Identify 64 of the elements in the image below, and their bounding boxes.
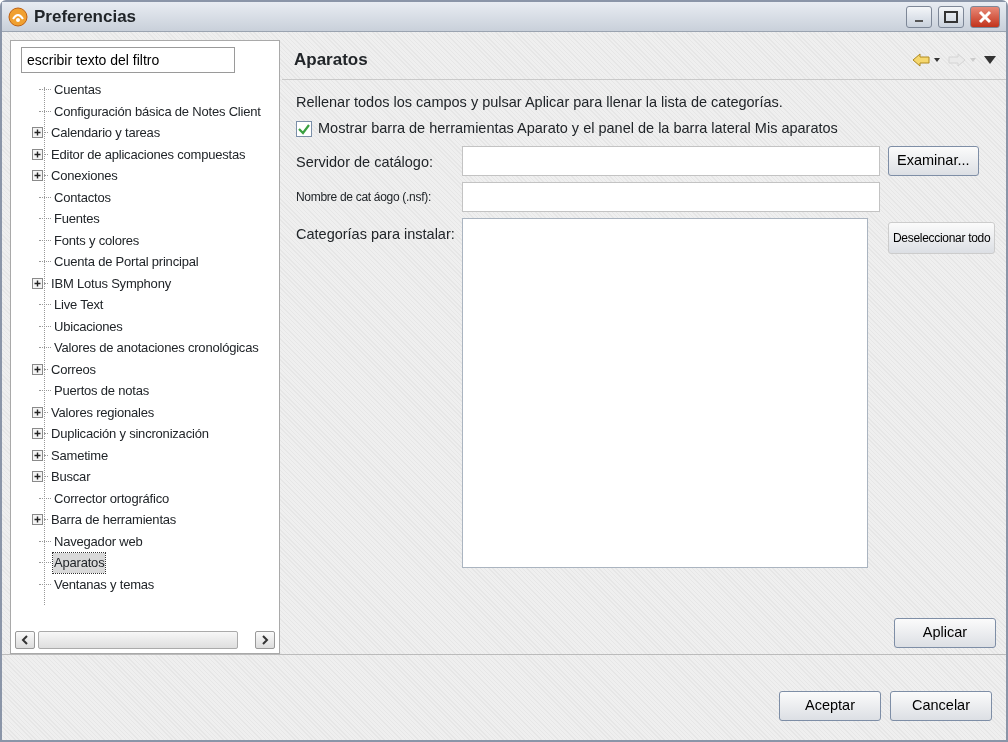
tree-item[interactable]: Buscar [50,467,92,487]
browse-button[interactable]: Examinar... [888,145,979,176]
maximize-button[interactable] [938,5,964,28]
field-label: Nombre de cat áogo (.nsf): [296,188,432,206]
tree-item[interactable]: Navegador web [53,531,144,551]
apply-button[interactable]: Aplicar [894,618,996,648]
text-field[interactable] [462,145,880,176]
tree-item[interactable]: Calendario y tareas [50,123,161,143]
expand-icon[interactable] [32,148,43,160]
field-label: Categorías para instalar: [296,224,454,244]
ok-button[interactable]: Aceptar [779,690,881,721]
deselect-all-button[interactable]: Deseleccionar todo [888,221,996,254]
minimize-button[interactable] [906,5,932,28]
description-text: Rellenar todos los campos y pulsar Aplicar para llenar la lista de categorías. [296,93,784,112]
expand-icon[interactable] [32,449,43,461]
tree-item[interactable]: Correos [50,359,97,379]
tree-item[interactable]: Aparatos [53,553,106,573]
tree-item[interactable]: Duplicación y sincronización [50,424,210,444]
expand-icon[interactable] [32,514,43,526]
scroll-right-button[interactable] [255,631,275,649]
tree-item[interactable]: Configuración básica de Notes Client [53,101,262,121]
filter-field[interactable]: escribir texto del filtro [21,47,235,73]
expand-icon[interactable] [32,170,43,182]
tree-item[interactable]: Puertos de notas [53,381,151,401]
tree-item[interactable]: Ventanas y temas [53,574,156,594]
field-label: Servidor de catálogo: [296,152,435,172]
expand-icon[interactable] [32,406,43,418]
text-field[interactable] [462,181,880,212]
tree-item[interactable]: Live Text [53,295,105,315]
chevron-right-icon [261,635,269,645]
expand-icon[interactable] [32,127,43,139]
tree-item[interactable]: Fuentes [53,209,101,229]
maximize-icon [944,10,958,23]
back-arrow-icon[interactable] [912,52,940,67]
chevron-left-icon [21,635,29,645]
close-button[interactable] [970,5,1000,28]
expand-icon[interactable] [32,277,43,289]
minimize-icon [915,19,923,22]
app-logo-icon [8,6,28,27]
tree-item[interactable]: Fonts y colores [53,230,141,250]
tree-item[interactable]: IBM Lotus Symphony [50,273,172,293]
scroll-left-button[interactable] [15,631,35,649]
checkbox-label: Mostrar barra de herramientas Aparato y el panel de la barra lateral Mis aparatos [318,118,838,138]
tree-item[interactable]: Cuenta de Portal principal [53,252,200,272]
tree-item[interactable]: Ubicaciones [53,316,124,336]
expand-icon[interactable] [32,428,43,440]
expand-icon[interactable] [32,471,43,483]
close-icon [978,9,992,24]
tree-item[interactable]: Valores de anotaciones cronológicas [53,338,260,358]
tree-item[interactable]: Contactos [53,187,112,207]
expand-icon[interactable] [32,363,43,375]
window-title: Preferencias [34,5,138,28]
tree-item[interactable]: Barra de herramientas [50,510,178,530]
tree-item[interactable]: Editor de aplicaciones compuestas [50,144,247,164]
checkbox[interactable] [296,120,312,137]
tree-item[interactable]: Corrector ortográfico [53,488,170,508]
tree-item[interactable]: Valores regionales [50,402,156,422]
tree-item[interactable]: Cuentas [53,80,103,100]
cancel-button[interactable]: Cancelar [890,690,992,721]
page-title: Aparatos [294,48,369,71]
scrollbar-thumb[interactable] [38,631,238,649]
menu-icon[interactable] [984,55,996,64]
tree-item[interactable]: Sametime [50,445,109,465]
tree-item[interactable]: Conexiones [50,166,119,186]
